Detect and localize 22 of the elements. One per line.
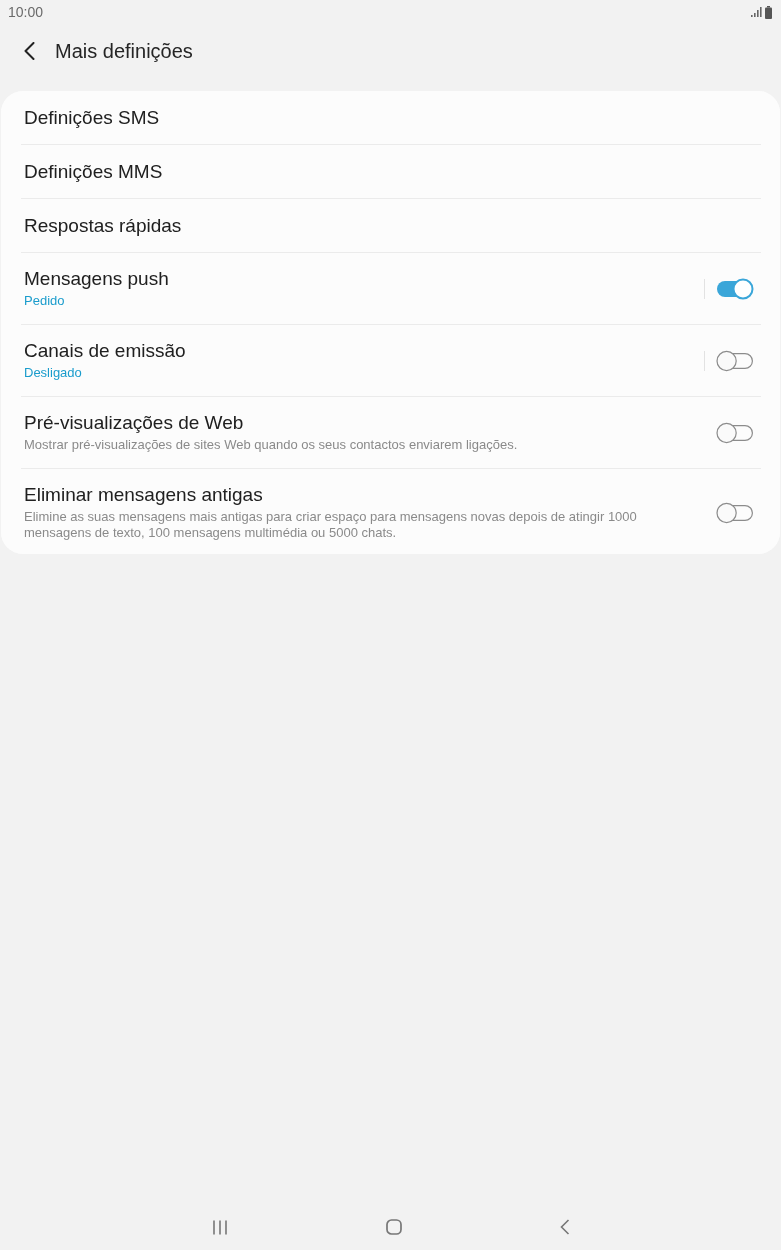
- setting-title[interactable]: Definições MMS: [24, 160, 163, 183]
- recents-icon[interactable]: [212, 1219, 228, 1235]
- setting-title[interactable]: Respostas rápidas: [24, 214, 182, 237]
- setting-title[interactable]: Canais de emissão: [24, 340, 186, 362]
- toggle-switch[interactable]: [716, 501, 754, 524]
- toggle-switch[interactable]: [716, 277, 754, 300]
- signal-icon: [751, 7, 762, 17]
- toggle-switch[interactable]: [716, 421, 754, 444]
- setting-description: Mostrar pré-visualizações de sites Web quando os seus contactos enviarem ligações.: [24, 437, 518, 453]
- home-icon[interactable]: [386, 1219, 402, 1235]
- setting-description: Elimine as suas mensagens mais antigas para criar espaço para mensagens novas depois de atingir 1000 mensagens de texto, 100 mensagens multimédia ou 5000 chats.: [24, 509, 638, 541]
- back-icon[interactable]: [24, 42, 35, 60]
- setting-status: Pedido: [24, 293, 65, 309]
- battery-icon: [765, 5, 772, 19]
- toggle-switch[interactable]: [716, 349, 754, 372]
- page-title: Mais definições: [55, 39, 193, 63]
- setting-title[interactable]: Eliminar mensagens antigas: [24, 484, 263, 506]
- setting-status: Desligado: [24, 365, 82, 381]
- status-time: 10:00: [8, 4, 45, 20]
- setting-title[interactable]: Pré-visualizações de Web: [24, 412, 244, 434]
- setting-title[interactable]: Definições SMS: [24, 106, 160, 129]
- setting-title[interactable]: Mensagens push: [24, 268, 169, 290]
